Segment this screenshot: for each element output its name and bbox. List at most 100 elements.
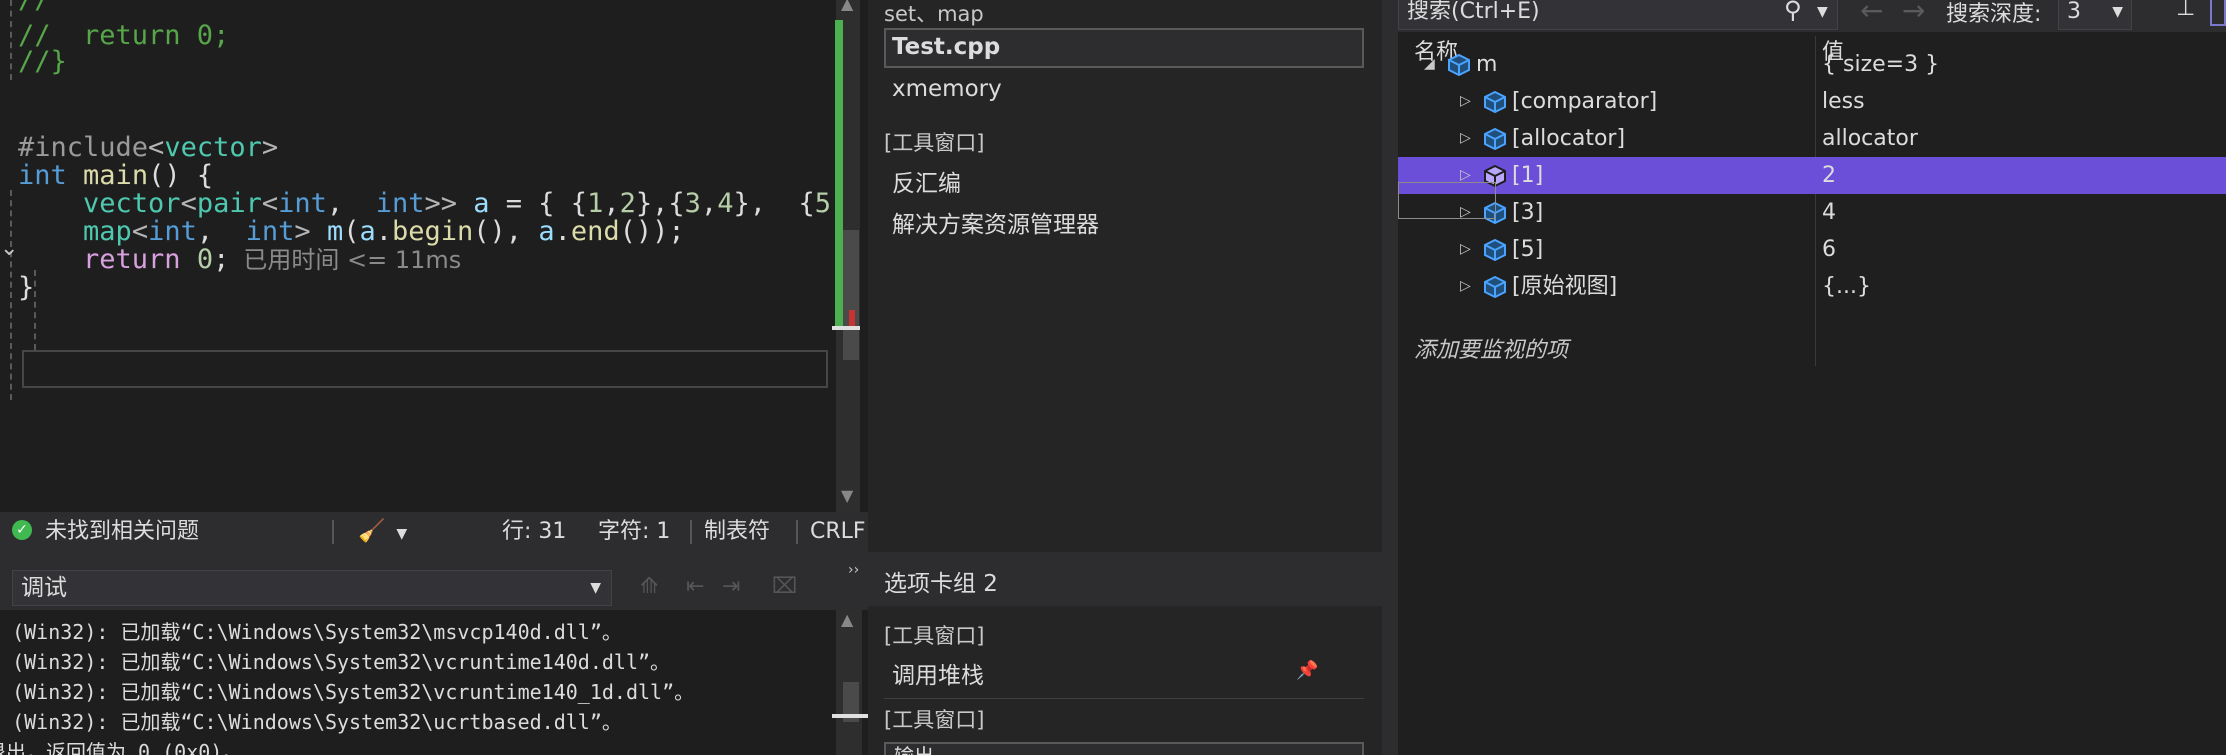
clear-all-icon[interactable]: ⌧ [772, 574, 797, 599]
view-options-icon[interactable] [2210, 0, 2226, 26]
code-token: //} [18, 46, 67, 77]
chevron-down-icon: ▼ [590, 580, 601, 596]
line-indicator[interactable]: 行: 31 [502, 512, 566, 552]
tab-group-2-panel: 选项卡组 2 [工具窗口] 调用堆栈 📌 [工具窗口] 输出 [868, 562, 1382, 755]
separator [796, 520, 798, 544]
separator [884, 698, 1364, 699]
editor-status-bar: ✓ 未找到相关问题 🧹 ▼ 行: 31 字符: 1 制表符 CRLF [0, 512, 868, 552]
watch-window: 搜索(Ctrl+E) ⚲ ▼ ← → 搜索深度: 3 ▼ ⊥ 名称 值 ◢ m{ … [1398, 0, 2226, 755]
focus-outline [1398, 182, 1496, 219]
fold-guide [10, 190, 12, 400]
scroll-caret-marker [832, 714, 868, 718]
output-toolbar: 调试 ▼ ⟰ ⇤ ⇥ ⌧ ›› [0, 562, 868, 610]
watch-search-placeholder: 搜索(Ctrl+E) [1407, 0, 1540, 24]
chevron-down-icon: ▼ [396, 526, 408, 542]
tab-item-disassembly[interactable]: 反汇编 [892, 164, 961, 198]
output-source-select[interactable]: 调试 ▼ [12, 570, 612, 606]
object-icon [1484, 91, 1506, 113]
current-line-highlight [22, 350, 828, 388]
issues-indicator[interactable]: ✓ 未找到相关问题 [12, 512, 199, 552]
watch-row[interactable]: ▷ [5] 6 [1398, 231, 2226, 268]
watch-row-value: 6 [1822, 237, 1836, 262]
expanded-arrow-icon[interactable]: ◢ [1424, 46, 1435, 83]
watch-row-name: m [1476, 52, 1498, 77]
search-depth-label: 搜索深度: [1946, 2, 2042, 27]
watch-row-name: [allocator] [1512, 126, 1626, 151]
tab-item-xmemory[interactable]: xmemory [892, 76, 1002, 102]
scroll-thumb[interactable] [843, 230, 859, 360]
watch-row-value: allocator [1822, 126, 1918, 151]
output-line: ” (Win32): 已加载“C:\Windows\System32\vcrun… [0, 650, 671, 674]
code-token: // [18, 0, 51, 15]
tab-item-test-cpp[interactable]: Test.cpp [884, 28, 1364, 68]
object-icon [1484, 276, 1506, 298]
watch-row[interactable]: ▷ [原始视图] {...} [1398, 268, 2226, 305]
separator [690, 520, 692, 544]
prev-message-icon[interactable]: ⇤ [686, 574, 704, 599]
search-icon[interactable]: ⚲ [1784, 0, 1802, 25]
watch-row[interactable]: ▷ [comparator] less [1398, 83, 2226, 120]
next-message-icon[interactable]: ⇥ [722, 574, 740, 599]
watch-row-name: [comparator] [1512, 89, 1658, 114]
add-watch-item[interactable]: 添加要监视的项 [1414, 332, 1568, 364]
forward-arrow-icon[interactable]: → [1902, 0, 1925, 27]
expand-arrow-icon[interactable]: ▷ [1460, 231, 1471, 268]
scroll-up-arrow-icon[interactable]: ▲ [841, 0, 853, 13]
chevron-down-icon[interactable]: ▼ [1817, 0, 1828, 27]
output-line: ” (Win32): 已加载“C:\Windows\System32\vcrun… [0, 680, 695, 704]
chevron-down-icon: ▼ [2112, 4, 2123, 20]
watch-row[interactable]: ▷ [allocator] allocator [1398, 120, 2226, 157]
pin-icon[interactable]: ⊥ [2176, 0, 2195, 21]
tab-item-output[interactable]: 输出 [884, 742, 1364, 755]
watch-search-input[interactable]: 搜索(Ctrl+E) ⚲ ▼ [1398, 0, 1838, 30]
fold-collapse-icon[interactable]: ⌄ [0, 236, 18, 261]
code-token: } [18, 272, 35, 303]
code-cleanup-button[interactable]: 🧹 ▼ [358, 512, 407, 552]
expand-arrow-icon[interactable]: ▷ [1460, 83, 1471, 120]
tab-item-label: Test.cpp [892, 34, 1001, 60]
tab-group-label: set、map [884, 2, 984, 26]
search-depth-value: 3 [2067, 0, 2081, 24]
expand-arrow-icon[interactable]: ▷ [1460, 120, 1471, 157]
output-source-value: 调试 [21, 575, 67, 601]
code-line[interactable]: } [18, 268, 848, 308]
expand-arrow-icon[interactable]: ▷ [1460, 268, 1471, 305]
tab-item-solution-explorer[interactable]: 解决方案资源管理器 [892, 205, 1099, 239]
pin-icon[interactable]: 📌 [1296, 660, 1318, 681]
output-line: 退出，返回值为 0 (0x0)。 [0, 740, 243, 755]
tab-item-call-stack[interactable]: 调用堆栈 [892, 656, 984, 690]
output-line: ” (Win32): 已加载“C:\Windows\System32\ucrtb… [0, 710, 622, 734]
back-arrow-icon[interactable]: ← [1860, 0, 1883, 27]
tabs-indicator[interactable]: 制表符 [704, 512, 770, 552]
watch-row[interactable]: ◢ m { size=3 } [1398, 46, 2226, 83]
watch-row-value: { size=3 } [1822, 52, 1940, 77]
search-depth-select[interactable]: 3 ▼ [2058, 0, 2132, 30]
code-line[interactable]: //} [18, 42, 848, 82]
watch-row[interactable]: ▷ [1] 2 [1398, 157, 2226, 194]
eol-indicator[interactable]: CRLF [810, 512, 866, 552]
separator [332, 520, 334, 544]
watch-row-value: 4 [1822, 200, 1836, 225]
char-indicator[interactable]: 字符: 1 [598, 512, 670, 552]
toolbar-overflow-icon[interactable]: ›› [848, 562, 859, 578]
find-message-icon[interactable]: ⟰ [640, 574, 658, 599]
scroll-down-arrow-icon[interactable]: ▼ [841, 486, 853, 505]
output-line: ” (Win32): 已加载“C:\Windows\System32\msvcp… [0, 620, 622, 644]
watch-row-value: {...} [1822, 274, 1871, 299]
watch-toolbar: 搜索(Ctrl+E) ⚲ ▼ ← → 搜索深度: 3 ▼ ⊥ [1398, 0, 2226, 32]
watch-row-value: 2 [1822, 163, 1836, 188]
output-window: 调试 ▼ ⟰ ⇤ ⇥ ⌧ ›› ” (Win32): 已加载“C:\Window… [0, 562, 868, 755]
watch-row[interactable]: ▷ [3] 4 [1398, 194, 2226, 231]
scroll-up-arrow-icon[interactable]: ▲ [841, 610, 853, 629]
code-editor[interactable]: //// return 0;//}#include<vector>int mai… [0, 0, 860, 512]
panel-splitter[interactable] [1382, 0, 1398, 755]
object-icon [1448, 54, 1470, 76]
issues-text: 未找到相关问题 [45, 519, 200, 544]
tab-group-title: 选项卡组 2 [868, 562, 1382, 606]
tab-list-panel: set、map Test.cpp xmemory [工具窗口] 反汇编 解决方案… [868, 0, 1382, 552]
panel-splitter-horizontal[interactable] [0, 552, 1382, 562]
watch-row-name: [3] [1512, 200, 1544, 225]
tool-window-header: [工具窗口] [884, 131, 985, 155]
scroll-change-marker [835, 20, 843, 330]
watch-row-name: [5] [1512, 237, 1544, 262]
